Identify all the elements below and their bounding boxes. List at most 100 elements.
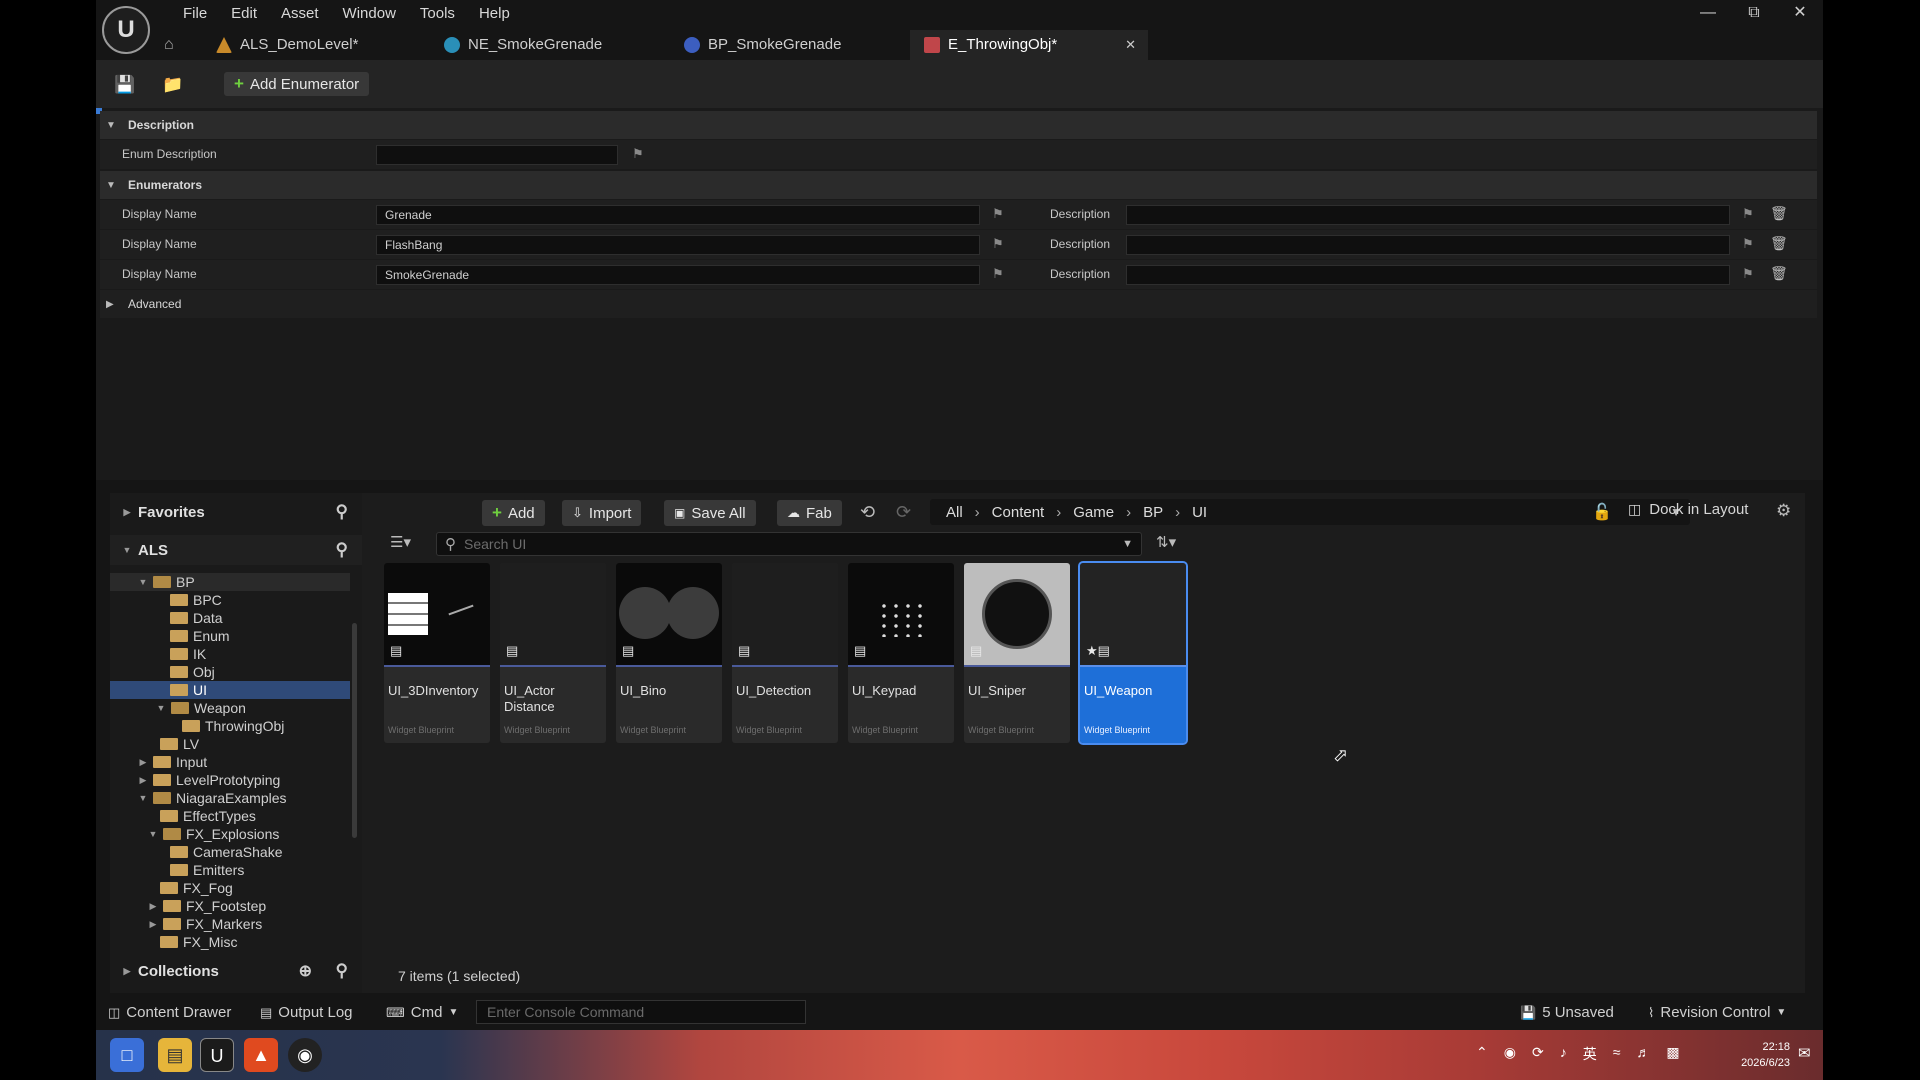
- search-icon[interactable]: ⚲: [336, 540, 348, 560]
- asset-tile[interactable]: ▤ UI_Actor Distance Widget Blueprint: [500, 563, 606, 743]
- search-input[interactable]: ⚲ Search UI ▼: [436, 532, 1142, 556]
- display-name-field[interactable]: FlashBang: [376, 235, 980, 255]
- unreal-logo-icon[interactable]: U: [102, 6, 150, 54]
- asset-tile[interactable]: ▤ UI_Detection Widget Blueprint: [732, 563, 838, 743]
- advanced-category[interactable]: ▶ Advanced: [100, 290, 1817, 318]
- tree-scrollbar[interactable]: [352, 623, 357, 838]
- tray-chevron-icon[interactable]: ⌃: [1476, 1044, 1488, 1064]
- tree-item-effecttypes[interactable]: EffectTypes: [160, 807, 256, 825]
- tree-item-input[interactable]: ▶ Input: [138, 753, 208, 771]
- tab-bp-smokegrenade[interactable]: BP_SmokeGrenade: [670, 30, 910, 60]
- menu-window[interactable]: Window: [331, 4, 408, 24]
- ime-indicator[interactable]: 英: [1583, 1044, 1597, 1064]
- breadcrumb-ui[interactable]: UI: [1192, 504, 1207, 521]
- tree-item-data[interactable]: Data: [170, 609, 223, 627]
- restore-icon[interactable]: ⧉: [1731, 0, 1777, 26]
- tab-e-throwingobj[interactable]: E_ThrowingObj* ✕: [910, 30, 1148, 60]
- asset-tile-selected[interactable]: ★▤ UI_Weapon Widget Blueprint: [1078, 561, 1188, 745]
- sort-icon[interactable]: ⇅▾: [1156, 533, 1176, 551]
- delete-icon[interactable]: 🗑: [1770, 235, 1788, 251]
- description-field[interactable]: [1126, 205, 1730, 225]
- localize-flag-icon[interactable]: ⚑: [992, 266, 1006, 282]
- minimize-icon[interactable]: —: [1685, 0, 1731, 26]
- wifi-icon[interactable]: ≈: [1613, 1044, 1621, 1064]
- delete-icon[interactable]: 🗑: [1770, 265, 1788, 281]
- chevron-down-icon[interactable]: ▼: [1122, 538, 1133, 550]
- add-collection-icon[interactable]: ⊕: [299, 961, 312, 981]
- filter-icon[interactable]: ☰▾: [390, 533, 411, 551]
- back-icon[interactable]: ⟲: [860, 502, 875, 523]
- tray-sync-icon[interactable]: ⟳: [1532, 1044, 1544, 1064]
- asset-tile[interactable]: ▤ UI_Bino Widget Blueprint: [616, 563, 722, 743]
- settings-gear-icon[interactable]: ⚙: [1776, 501, 1791, 521]
- add-enumerator-button[interactable]: + Add Enumerator: [224, 72, 370, 96]
- localize-flag-icon[interactable]: ⚑: [632, 146, 646, 162]
- localize-flag-icon[interactable]: ⚑: [992, 206, 1006, 222]
- output-log-button[interactable]: ▤ Output Log: [260, 1004, 353, 1021]
- browse-icon[interactable]: 📁: [162, 75, 183, 95]
- menu-asset[interactable]: Asset: [269, 4, 331, 24]
- delete-icon[interactable]: 🗑: [1770, 205, 1788, 221]
- file-explorer-icon[interactable]: ▤: [158, 1038, 192, 1072]
- project-header[interactable]: ▼ ALS ⚲: [110, 535, 362, 565]
- enumerators-category[interactable]: ▼ Enumerators: [100, 171, 1817, 199]
- display-name-field[interactable]: Grenade: [376, 205, 980, 225]
- tree-item-throwingobj[interactable]: ThrowingObj: [182, 717, 284, 735]
- menu-help[interactable]: Help: [467, 4, 522, 24]
- tray-app-icon[interactable]: ◉: [1504, 1044, 1516, 1064]
- save-all-button[interactable]: ▣ Save All: [664, 500, 756, 526]
- tree-item-bp[interactable]: ▼ BP: [138, 573, 195, 591]
- tree-item-fx-footstep[interactable]: ▶ FX_Footstep: [148, 897, 267, 915]
- fab-button[interactable]: ☁ Fab: [777, 500, 842, 526]
- localize-flag-icon[interactable]: ⚑: [1742, 206, 1756, 222]
- menu-edit[interactable]: Edit: [219, 4, 269, 24]
- description-field[interactable]: [1126, 235, 1730, 255]
- tree-item-enum[interactable]: Enum: [170, 627, 230, 645]
- add-button[interactable]: + Add: [482, 500, 545, 526]
- localize-flag-icon[interactable]: ⚑: [992, 236, 1006, 252]
- enum-description-field[interactable]: [376, 145, 618, 165]
- localize-flag-icon[interactable]: ⚑: [1742, 236, 1756, 252]
- import-button[interactable]: ⇩ Import: [562, 500, 642, 526]
- collections-header[interactable]: ▶ Collections ⊕ ⚲: [110, 956, 362, 986]
- task-view-icon[interactable]: □: [110, 1038, 144, 1072]
- volume-icon[interactable]: ♬: [1636, 1044, 1650, 1064]
- tree-item-fx-misc[interactable]: FX_Misc: [160, 933, 237, 951]
- breadcrumb-game[interactable]: Game: [1073, 504, 1114, 521]
- lock-icon[interactable]: 🔓: [1592, 502, 1612, 522]
- brave-browser-icon[interactable]: ▲: [244, 1038, 278, 1072]
- breadcrumb-content[interactable]: Content: [992, 504, 1045, 521]
- notification-icon[interactable]: ✉: [1798, 1044, 1811, 1062]
- tree-item-ui[interactable]: UI: [170, 681, 207, 699]
- breadcrumb-all[interactable]: All: [946, 504, 963, 521]
- tree-item-niagaraexamples[interactable]: ▼ NiagaraExamples: [138, 789, 287, 807]
- chrome-browser-icon[interactable]: ◉: [288, 1038, 322, 1072]
- tree-item-ik[interactable]: IK: [170, 645, 206, 663]
- dock-in-layout-button[interactable]: ◫ Dock in Layout: [1628, 501, 1748, 518]
- microphone-icon[interactable]: ♪: [1560, 1044, 1567, 1064]
- tree-item-fx-explosions[interactable]: ▼ FX_Explosions: [148, 825, 280, 843]
- content-drawer-button[interactable]: ◫ Content Drawer: [108, 1004, 231, 1021]
- menu-tools[interactable]: Tools: [408, 4, 467, 24]
- asset-tile[interactable]: ▤ UI_3DInventory Widget Blueprint: [384, 563, 490, 743]
- tree-item-fx-fog[interactable]: FX_Fog: [160, 879, 233, 897]
- search-icon[interactable]: ⚲: [336, 502, 348, 522]
- tree-item-weapon[interactable]: ▼ Weapon: [156, 699, 246, 717]
- tree-item-lv[interactable]: LV: [160, 735, 199, 753]
- menu-file[interactable]: File: [171, 4, 219, 24]
- tree-item-emitters[interactable]: Emitters: [170, 861, 244, 879]
- close-tab-icon[interactable]: ✕: [1125, 30, 1136, 60]
- unsaved-button[interactable]: 💾 5 Unsaved: [1520, 1004, 1614, 1021]
- clock[interactable]: 22:18 2026/6/23: [1720, 1039, 1790, 1071]
- save-icon[interactable]: 💾: [114, 75, 135, 95]
- revision-control-button[interactable]: ⌇ Revision Control ▼: [1648, 1004, 1786, 1021]
- description-field[interactable]: [1126, 265, 1730, 285]
- tab-ne-smokegrenade[interactable]: NE_SmokeGrenade: [430, 30, 670, 60]
- favorites-header[interactable]: ▶ Favorites ⚲: [110, 497, 362, 527]
- description-category[interactable]: ▼ Description: [100, 111, 1817, 139]
- display-name-field[interactable]: SmokeGrenade: [376, 265, 980, 285]
- breadcrumb-bp[interactable]: BP: [1143, 504, 1163, 521]
- cmd-dropdown[interactable]: ⌨ Cmd ▼: [386, 1004, 458, 1021]
- console-command-input[interactable]: Enter Console Command: [476, 1000, 806, 1024]
- tree-item-levelprototyping[interactable]: ▶ LevelPrototyping: [138, 771, 281, 789]
